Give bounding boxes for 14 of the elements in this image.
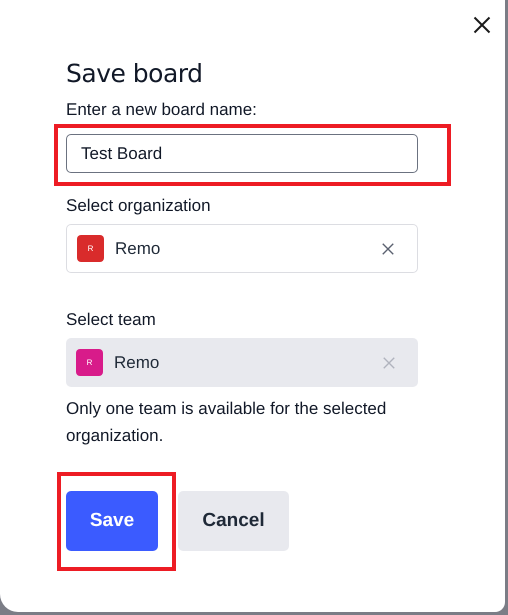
avatar-badge: R bbox=[77, 235, 104, 262]
cancel-button[interactable]: Cancel bbox=[178, 491, 289, 551]
select-value: Remo bbox=[114, 352, 160, 374]
select-field[interactable]: R Remo bbox=[66, 224, 418, 273]
clear-icon[interactable] bbox=[381, 242, 395, 256]
field-label: Select organization bbox=[66, 195, 212, 217]
avatar-badge: R bbox=[76, 349, 103, 376]
field-label: Select team bbox=[66, 309, 157, 331]
board-name-field[interactable]: Test Board bbox=[66, 134, 418, 173]
select-value: Remo bbox=[115, 238, 162, 260]
field-label: Enter a new board name: bbox=[66, 99, 258, 121]
save-button[interactable]: Save bbox=[66, 491, 158, 551]
helper-text: Only one team is available for the selected organization. bbox=[66, 398, 388, 447]
dialog-title: Save board bbox=[66, 58, 204, 90]
